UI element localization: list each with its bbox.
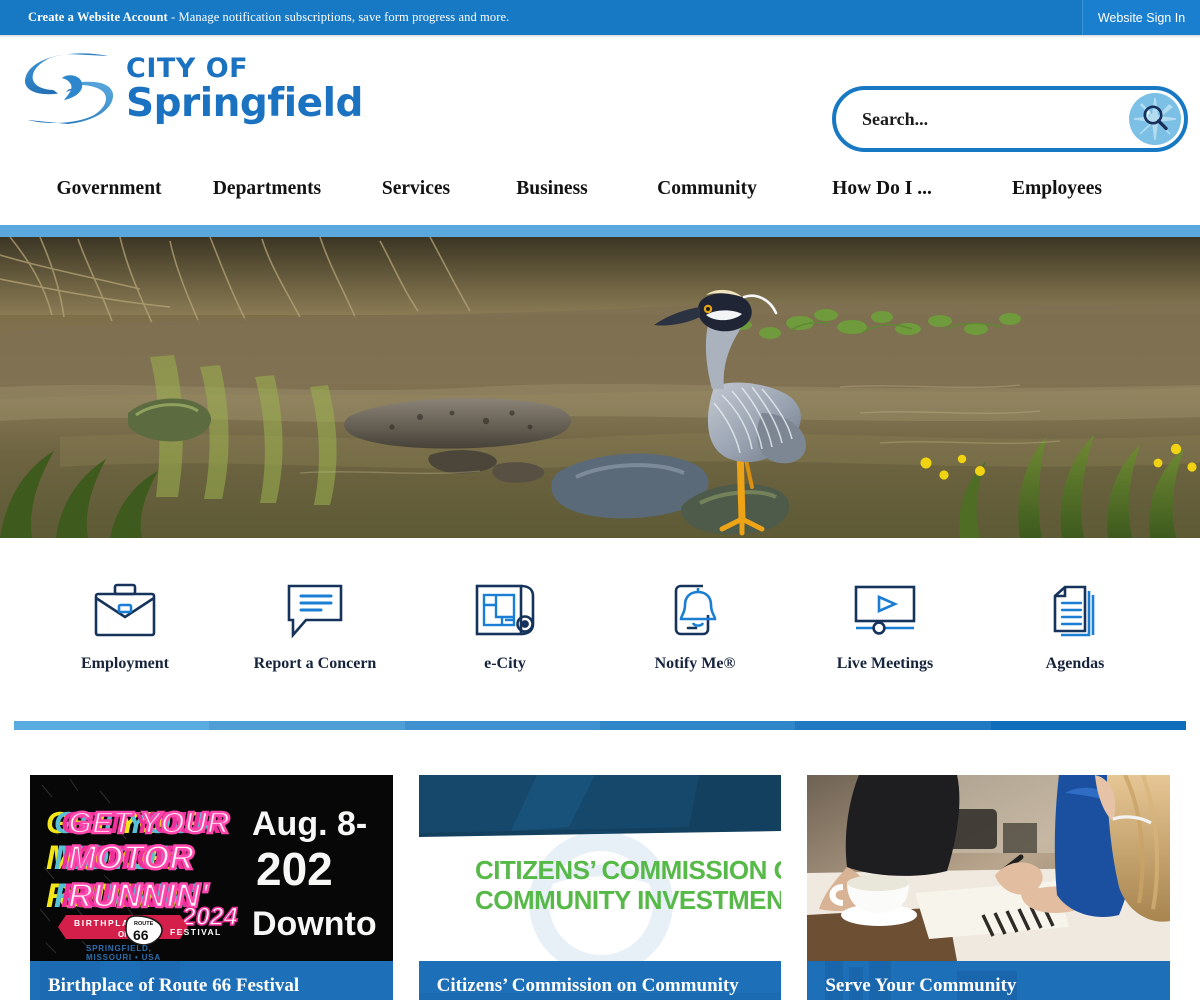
springfield-s-swoosh-logo-icon — [24, 53, 114, 124]
nav-item-community[interactable]: Community — [622, 178, 792, 200]
quick-link-agendas[interactable]: Agendas — [980, 579, 1170, 673]
site-search — [832, 86, 1188, 152]
nav-item-how-do-i[interactable]: How Do I ... — [792, 178, 972, 200]
quick-link-label: Agendas — [1045, 654, 1105, 672]
route66-festival-poster-image: GET YOUR MOTOR RUNNIN' GET YOUR MOTOR RU… — [30, 775, 393, 961]
phone-bell-icon — [656, 579, 734, 641]
search-input[interactable] — [862, 99, 1112, 139]
blueprint-roll-icon — [466, 579, 544, 641]
card-caption: Citizens’ Commission on Community Invest… — [418, 961, 782, 1000]
divider-seg-2 — [209, 721, 405, 730]
main-navigation: Government Departments Services Business… — [0, 153, 1200, 225]
divider-seg-5 — [795, 721, 991, 730]
search-icon — [1133, 97, 1177, 141]
card-caption: Serve Your Community — [807, 961, 1171, 1000]
svg-text:66: 66 — [133, 927, 149, 943]
hero-accent-bar — [0, 225, 1200, 237]
gradient-divider-wrapper — [0, 713, 1200, 730]
svg-text:Aug. 8-: Aug. 8- — [252, 805, 367, 843]
svg-text:MOTOR: MOTOR — [68, 839, 194, 877]
quick-link-notify-me[interactable]: Notify Me® — [600, 579, 790, 673]
divider-seg-3 — [404, 721, 600, 730]
feature-card-route-66[interactable]: GET YOUR MOTOR RUNNIN' GET YOUR MOTOR RU… — [30, 775, 393, 1000]
logo-line-2: Springfield — [126, 81, 363, 126]
site-logo[interactable]: CITY OF Springfield — [20, 50, 363, 128]
quick-link-label: Report a Concern — [253, 654, 377, 672]
create-account-tagline: - Manage notification subscriptions, sav… — [167, 10, 510, 24]
svg-text:CITIZENS’ COMMISSION O: CITIZENS’ COMMISSION O — [475, 855, 782, 885]
card-caption-text: Serve Your Community — [825, 975, 1017, 996]
card-media — [807, 775, 1171, 961]
heron-creek-illustration — [0, 237, 1200, 538]
logo-line-1: CITY OF — [126, 53, 249, 84]
card-caption: Birthplace of Route 66 Festival — [30, 961, 393, 1000]
quick-link-label: e-City — [484, 654, 526, 672]
video-play-icon — [846, 579, 924, 641]
svg-text:GET YOUR: GET YOUR — [68, 805, 230, 840]
divider-seg-4 — [599, 721, 796, 730]
create-account-message: Create a Website Account - Manage notifi… — [0, 10, 509, 25]
quick-link-employment[interactable]: Employment — [30, 579, 220, 673]
quick-link-label: Employment — [81, 654, 169, 672]
quick-link-report-a-concern[interactable]: Report a Concern — [220, 579, 410, 673]
documents-icon — [1036, 579, 1114, 641]
logo-wordmark: CITY OF Springfield — [126, 55, 363, 123]
create-account-link[interactable]: Create a Website Account — [28, 10, 168, 24]
svg-text:MISSOURI • USA: MISSOURI • USA — [86, 953, 161, 961]
nav-item-departments[interactable]: Departments — [184, 178, 350, 200]
meeting-photo-image — [807, 775, 1171, 961]
speech-bubble-icon — [276, 579, 354, 641]
website-sign-in-button[interactable]: Website Sign In — [1082, 0, 1200, 35]
hero-image — [0, 237, 1200, 538]
svg-text:FESTIVAL: FESTIVAL — [170, 927, 222, 937]
svg-text:Downto: Downto — [252, 905, 377, 943]
quick-link-label: Notify Me® — [654, 654, 736, 672]
nav-item-government[interactable]: Government — [34, 178, 184, 200]
site-header: CITY OF Springfield — [0, 38, 1200, 153]
nav-item-services[interactable]: Services — [350, 178, 482, 200]
feature-cards: GET YOUR MOTOR RUNNIN' GET YOUR MOTOR RU… — [0, 730, 1200, 1000]
gradient-divider — [14, 721, 1186, 730]
top-utility-bar: Create a Website Account - Manage notifi… — [0, 0, 1200, 35]
card-caption-text: Birthplace of Route 66 Festival — [48, 975, 300, 996]
quick-link-live-meetings[interactable]: Live Meetings — [790, 579, 980, 673]
nav-item-employees[interactable]: Employees — [972, 178, 1142, 200]
divider-seg-6 — [990, 721, 1186, 730]
card-media: GET YOUR MOTOR RUNNIN' GET YOUR MOTOR RU… — [30, 775, 393, 961]
svg-text:SPRINGFIELD,: SPRINGFIELD, — [86, 944, 152, 953]
citizens-commission-slide-image: CITIZENS’ COMMISSION O COMMUNITY INVESTM… — [418, 775, 782, 961]
quick-link-e-city[interactable]: e-City — [410, 579, 600, 673]
briefcase-icon — [86, 579, 164, 641]
hero-banner — [0, 225, 1200, 538]
search-button[interactable] — [1129, 93, 1181, 145]
divider-seg-1 — [14, 721, 210, 730]
svg-text:COMMUNITY INVESTMEN: COMMUNITY INVESTMEN — [475, 885, 782, 915]
svg-text:202: 202 — [256, 843, 333, 895]
feature-card-citizens-commission[interactable]: CITIZENS’ COMMISSION O COMMUNITY INVESTM… — [418, 775, 782, 1000]
quick-links-row: Employment Report a Concern e-City Notif… — [0, 538, 1200, 713]
quick-link-label: Live Meetings — [836, 654, 934, 672]
feature-card-serve-your-community[interactable]: Serve Your Community — [807, 775, 1171, 1000]
nav-item-business[interactable]: Business — [482, 178, 622, 200]
card-media: CITIZENS’ COMMISSION O COMMUNITY INVESTM… — [418, 775, 782, 961]
search-box — [832, 86, 1188, 152]
